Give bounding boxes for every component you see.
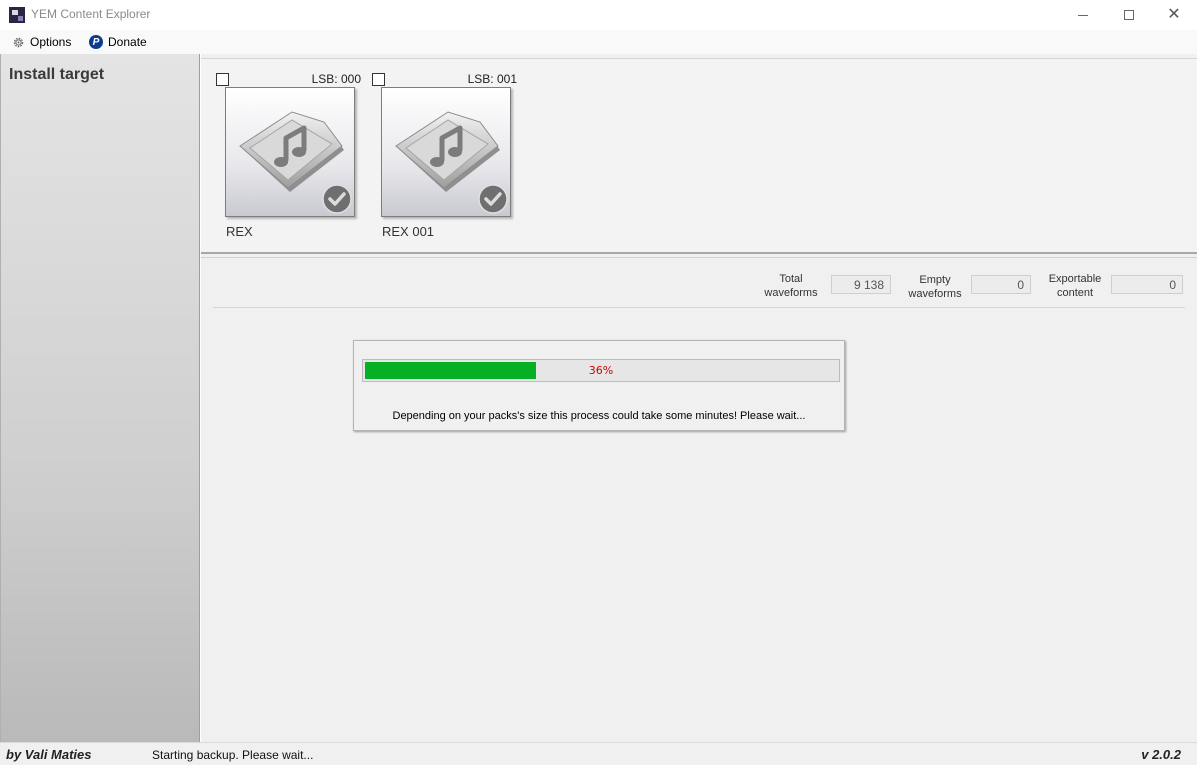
exportable-content-field: 0 — [1111, 275, 1183, 294]
menu-donate[interactable]: P Donate — [89, 33, 147, 51]
menu-donate-label: Donate — [108, 35, 147, 49]
status-text: Starting backup. Please wait... — [152, 748, 314, 762]
progress-percent: 36% — [588, 364, 614, 377]
menu-options-label: Options — [30, 35, 72, 49]
gear-icon — [13, 37, 24, 47]
progress-message: Depending on your packs's size this proc… — [392, 410, 806, 422]
empty-waveforms-label-line2: waveforms — [908, 288, 962, 300]
tile-checkbox[interactable] — [216, 73, 229, 86]
exportable-content-label-line2: content — [1056, 287, 1094, 299]
tile-lsb-label: LSB: 000 — [311, 72, 361, 86]
paypal-icon: P — [89, 35, 103, 49]
checkmark-icon — [478, 184, 508, 214]
content-tiles-panel: LSB: 000 REX LSB: 001 REX 001 — [201, 58, 1197, 252]
tile-thumbnail[interactable] — [381, 87, 511, 217]
minimize-icon — [1078, 14, 1088, 16]
tile-name: REX — [226, 224, 253, 239]
total-waveforms-label-line2: waveforms — [764, 287, 818, 299]
progress-bar: 36% — [362, 359, 840, 382]
tile-checkbox[interactable] — [372, 73, 385, 86]
tile-name: REX 001 — [382, 224, 435, 239]
empty-waveforms-label-line1: Empty — [919, 274, 951, 286]
window-title: YEM Content Explorer — [31, 7, 151, 21]
close-icon: ✕ — [1167, 6, 1181, 23]
empty-waveforms-field: 0 — [971, 275, 1031, 294]
minimize-button[interactable] — [1060, 0, 1106, 30]
progress-dialog: 36% Depending on your packs's size this … — [353, 340, 845, 431]
total-waveforms-label-line1: Total — [779, 273, 803, 285]
app-icon — [9, 7, 25, 23]
total-waveforms-label: Total waveforms — [755, 272, 827, 300]
total-waveforms-field: 9 138 — [831, 275, 891, 294]
empty-waveforms-label: Empty waveforms — [899, 273, 971, 301]
tile-lsb-label: LSB: 001 — [467, 72, 517, 86]
maximize-icon — [1124, 10, 1134, 20]
exportable-content-label-line1: Exportable — [1048, 273, 1102, 285]
checkmark-icon — [322, 184, 352, 214]
maximize-button[interactable] — [1106, 0, 1152, 30]
stats-divider — [213, 307, 1185, 308]
status-bar: by Vali Maties Starting backup. Please w… — [0, 742, 1197, 765]
content-tile[interactable]: LSB: 001 REX 001 — [372, 69, 522, 239]
menu-options[interactable]: Options — [12, 33, 71, 51]
status-author: by Vali Maties — [6, 747, 92, 762]
menu-bar: Options P Donate — [0, 30, 1197, 54]
content-tile[interactable]: LSB: 000 REX — [216, 69, 366, 239]
title-bar: YEM Content Explorer ✕ — [0, 0, 1197, 30]
main-panel: LSB: 000 REX LSB: 001 REX 001 Total wave… — [201, 54, 1197, 742]
status-version: v 2.0.2 — [1141, 747, 1181, 762]
tile-thumbnail[interactable] — [225, 87, 355, 217]
exportable-content-label: Exportable content — [1039, 272, 1111, 300]
sidebar-title: Install target — [9, 66, 105, 83]
panel-splitter[interactable] — [201, 252, 1197, 258]
close-button[interactable]: ✕ — [1151, 0, 1197, 30]
sidebar: Install target — [0, 54, 200, 742]
